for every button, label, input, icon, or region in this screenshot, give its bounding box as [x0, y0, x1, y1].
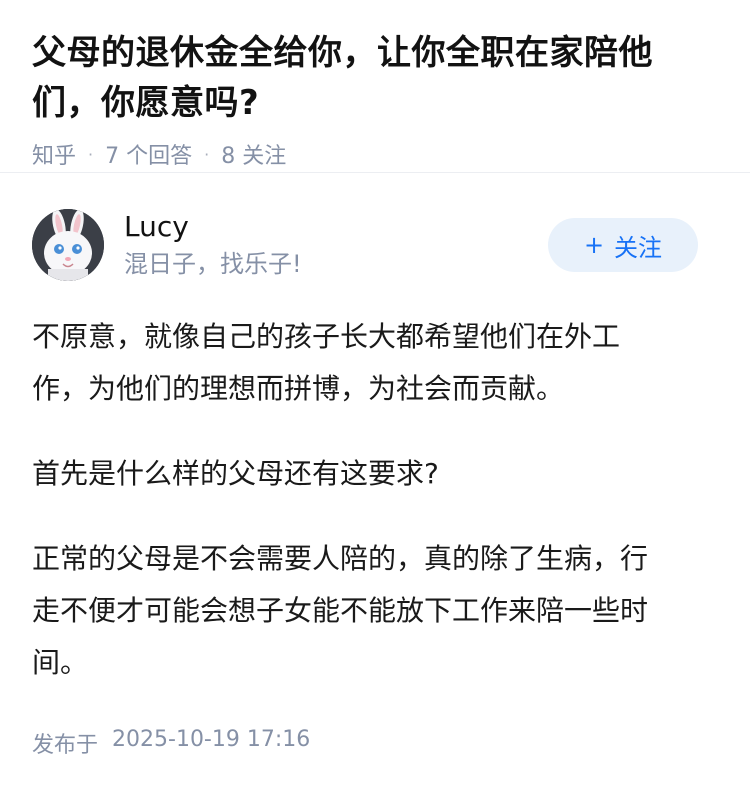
question-title-line-2: 们，你愿意吗? — [32, 83, 260, 123]
published-label: 发布于 — [32, 733, 99, 758]
separator-dot: · — [204, 144, 210, 164]
published-time: 2025-10-19 17:16 — [112, 727, 311, 752]
question-meta: 知乎 · 7 个回答 · 8 关注 — [32, 138, 718, 170]
plus-icon: + — [583, 231, 605, 259]
author-row: Lucy 混日子，找乐子! + 关注 — [32, 207, 718, 283]
answer-paragraph: 首先是什么样的父母还有这要求? — [32, 448, 718, 500]
answers-count-link[interactable]: 7 个回答 — [105, 138, 192, 170]
source-label[interactable]: 知乎 — [32, 138, 76, 170]
paragraph-line: 不原意，就像自己的孩子长大都希望他们在外工 — [32, 320, 621, 353]
question-header: 父母的退休金全给你，让你全职在家陪他 们，你愿意吗? 知乎 · 7 个回答 · … — [0, 0, 750, 172]
paragraph-line: 作，为他们的理想而拼博，为社会而贡献。 — [32, 372, 565, 405]
publish-info: 发布于 2025-10-19 17:16 — [32, 727, 718, 759]
follows-count-link[interactable]: 8 关注 — [221, 138, 286, 170]
author-name[interactable]: Lucy — [124, 209, 548, 245]
separator-dot: · — [88, 144, 94, 164]
answer-content: 不原意，就像自己的孩子长大都希望他们在外工 作，为他们的理想而拼博，为社会而贡献… — [32, 311, 718, 689]
author-info: Lucy 混日子，找乐子! — [124, 209, 548, 281]
follow-button[interactable]: + 关注 — [548, 218, 698, 272]
question-title-line-1: 父母的退休金全给你，让你全职在家陪他 — [32, 33, 653, 73]
follow-label: 关注 — [614, 233, 663, 262]
paragraph-line: 正常的父母是不会需要人陪的，真的除了生病，行 — [32, 542, 649, 575]
avatar[interactable] — [32, 209, 104, 281]
follows-label: 关注 — [242, 144, 287, 169]
question-title[interactable]: 父母的退休金全给你，让你全职在家陪他 们，你愿意吗? — [32, 28, 718, 128]
answers-label: 个回答 — [126, 144, 193, 169]
follows-count: 8 — [221, 144, 236, 169]
answer-card: Lucy 混日子，找乐子! + 关注 不原意，就像自己的孩子长大都希望他们在外工… — [0, 173, 750, 759]
paragraph-line: 走不便才可能会想子女能不能放下工作来陪一些时 — [32, 594, 649, 627]
paragraph-line: 首先是什么样的父母还有这要求? — [32, 457, 439, 490]
author-bio: 混日子，找乐子! — [124, 250, 302, 278]
answer-paragraph: 正常的父母是不会需要人陪的，真的除了生病，行 走不便才可能会想子女能不能放下工作… — [32, 533, 718, 689]
answer-paragraph: 不原意，就像自己的孩子长大都希望他们在外工 作，为他们的理想而拼博，为社会而贡献… — [32, 311, 718, 415]
answers-count: 7 — [105, 144, 120, 169]
paragraph-line: 间。 — [32, 646, 89, 679]
bunny-avatar-icon — [32, 209, 104, 281]
